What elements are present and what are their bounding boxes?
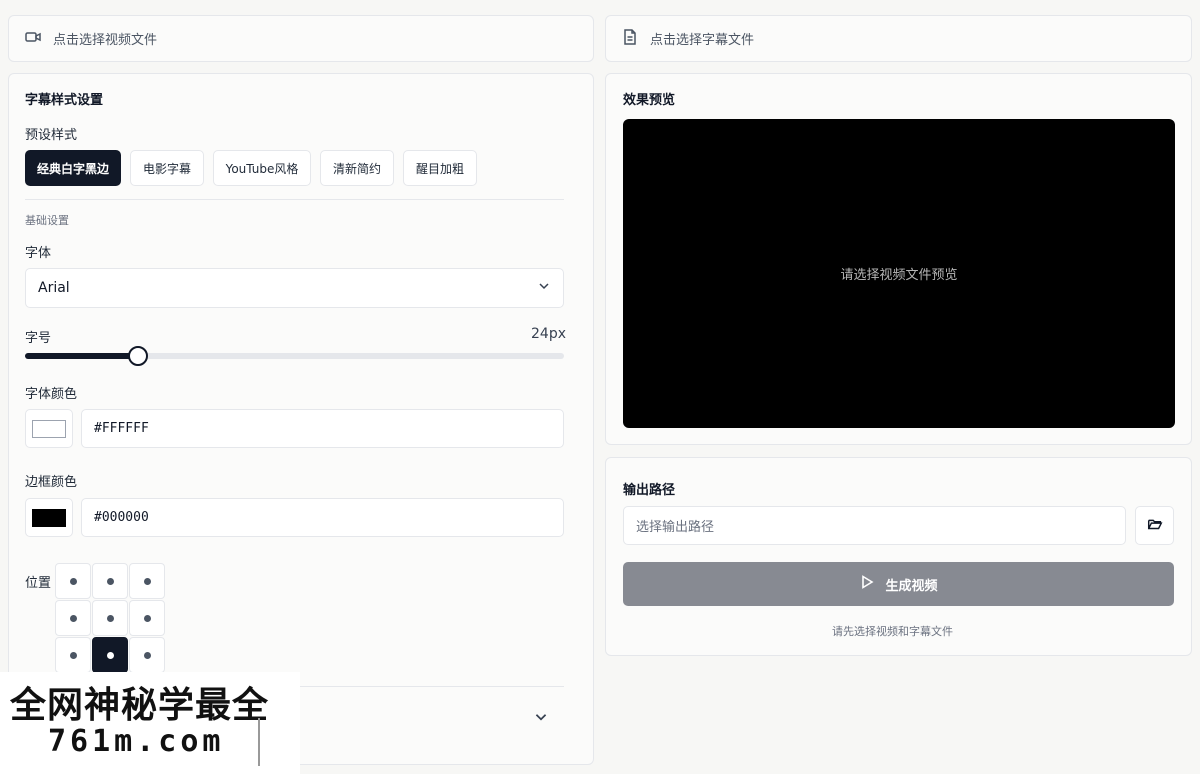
- subtitle-picker-label: 点击选择字幕文件: [650, 33, 755, 48]
- outline-color-swatch: [32, 508, 66, 527]
- generate-video-button[interactable]: 生成视频: [623, 562, 1174, 606]
- outline-color-swatch-button[interactable]: [25, 498, 73, 537]
- watermark-bar: [258, 718, 260, 766]
- font-size-label: 字号: [25, 331, 52, 346]
- font-size-slider-fill: [25, 353, 139, 359]
- font-color-input[interactable]: #FFFFFF: [81, 409, 564, 448]
- position-top-right[interactable]: [129, 563, 165, 599]
- preview-title: 效果预览: [623, 93, 676, 108]
- font-color-swatch: [32, 419, 66, 438]
- chevron-down-icon: [537, 279, 551, 297]
- style-settings-title: 字幕样式设置: [25, 93, 104, 108]
- video-file-picker[interactable]: 点击选择视频文件: [8, 15, 594, 62]
- presets-label: 预设样式: [25, 128, 78, 143]
- font-select[interactable]: Arial: [25, 268, 564, 308]
- position-middle-right[interactable]: [129, 600, 165, 636]
- subtitle-file-picker[interactable]: 点击选择字幕文件: [605, 15, 1192, 62]
- preset-classic-button[interactable]: 经典白字黑边: [25, 150, 121, 186]
- font-size-value: 24px: [531, 326, 566, 342]
- preset-fresh-button[interactable]: 清新简约: [320, 150, 394, 186]
- font-color-label: 字体颜色: [25, 387, 78, 402]
- preset-bold-button[interactable]: 醒目加粗: [403, 150, 477, 186]
- font-label: 字体: [25, 246, 52, 261]
- font-size-slider-track[interactable]: [25, 353, 564, 359]
- position-top-center[interactable]: [92, 563, 128, 599]
- outline-color-input[interactable]: #000000: [81, 498, 564, 537]
- advanced-expand-chevron-icon[interactable]: [533, 709, 549, 729]
- font-color-swatch-button[interactable]: [25, 409, 73, 448]
- document-icon: [620, 27, 640, 51]
- position-bottom-left[interactable]: [55, 637, 91, 673]
- watermark: 全网神秘学最全 761m.com: [0, 672, 300, 774]
- folder-open-icon: [1146, 515, 1164, 537]
- position-label: 位置: [25, 576, 52, 591]
- video-camera-icon: [23, 27, 43, 51]
- play-icon: [859, 574, 875, 594]
- output-path-input[interactable]: 选择输出路径: [623, 506, 1126, 545]
- preview-placeholder: 请选择视频文件预览: [840, 268, 958, 283]
- position-bottom-right[interactable]: [129, 637, 165, 673]
- watermark-line1: 全网神秘学最全: [10, 685, 270, 726]
- presets-divider: [25, 199, 564, 200]
- preset-movie-button[interactable]: 电影字幕: [130, 150, 204, 186]
- browse-folder-button[interactable]: [1135, 506, 1174, 545]
- output-path-placeholder: 选择输出路径: [636, 520, 715, 535]
- position-grid: [55, 563, 165, 673]
- outline-color-label: 边框颜色: [25, 475, 78, 490]
- generate-hint: 请先选择视频和字幕文件: [832, 625, 953, 638]
- position-middle-center[interactable]: [92, 600, 128, 636]
- watermark-line2: 761m.com: [48, 724, 225, 759]
- preset-youtube-button[interactable]: YouTube风格: [213, 150, 311, 186]
- outline-color-value: #000000: [94, 510, 149, 525]
- font-color-value: #FFFFFF: [94, 421, 149, 436]
- video-preview: 请选择视频文件预览: [623, 119, 1175, 428]
- font-select-value: Arial: [38, 280, 70, 296]
- generate-video-label: 生成视频: [885, 578, 938, 594]
- position-top-left[interactable]: [55, 563, 91, 599]
- position-bottom-center[interactable]: [92, 637, 128, 673]
- output-title: 输出路径: [623, 483, 676, 498]
- basic-settings-label: 基础设置: [25, 214, 69, 227]
- video-picker-label: 点击选择视频文件: [53, 33, 158, 48]
- position-middle-left[interactable]: [55, 600, 91, 636]
